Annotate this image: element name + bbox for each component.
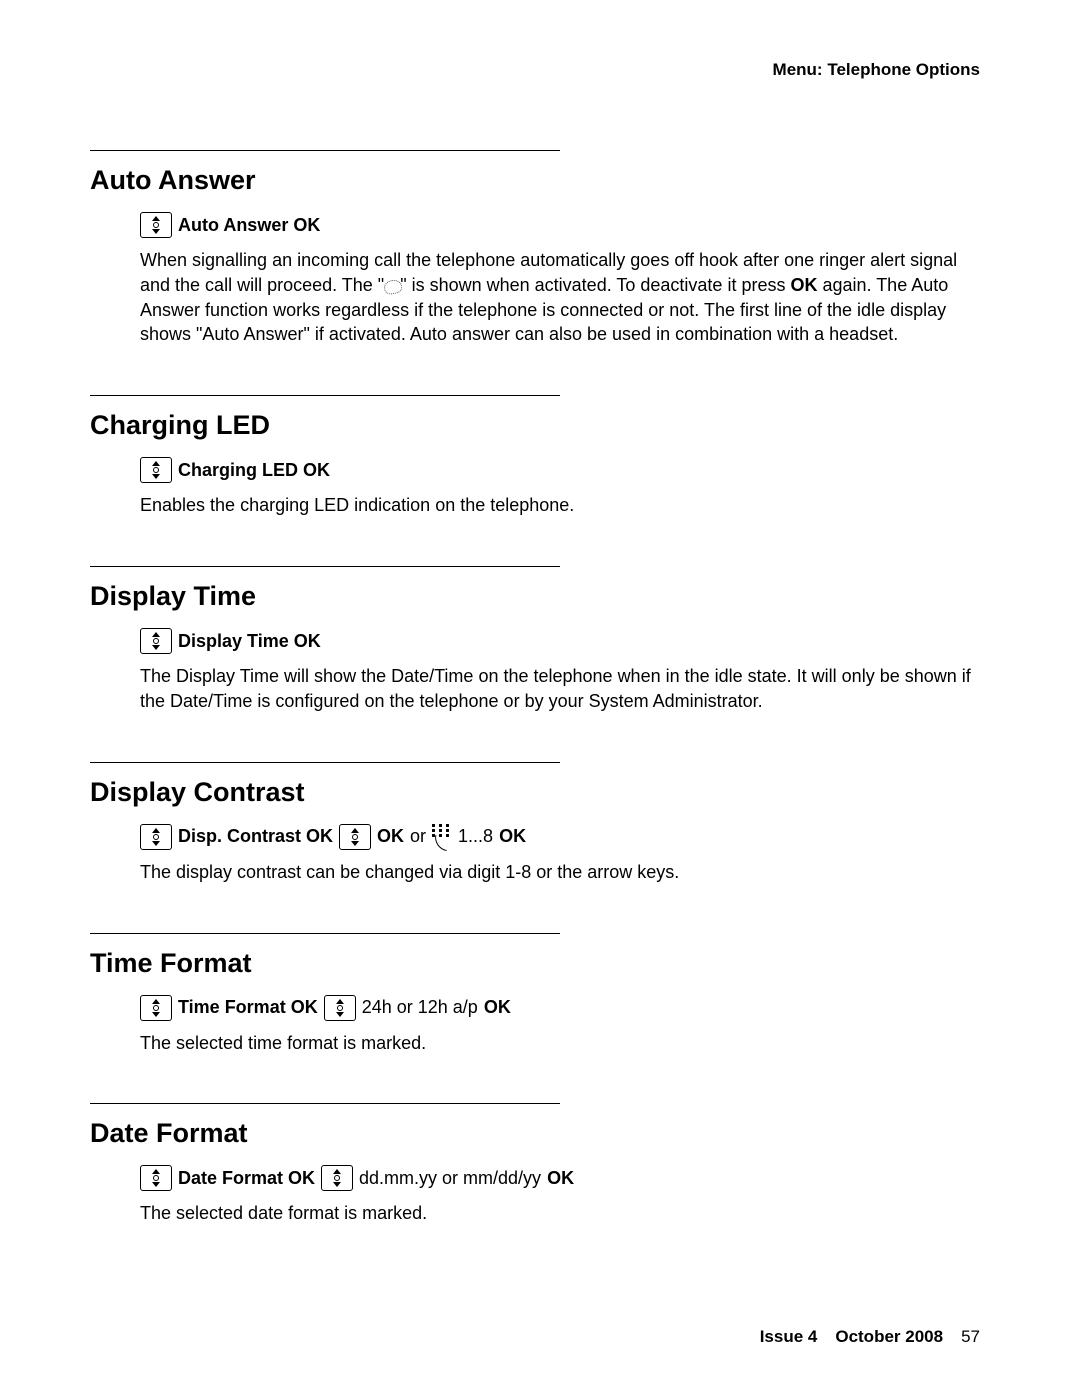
nav-text: Date Format OK	[178, 1168, 315, 1189]
nav-sequence: Charging LED OK	[140, 457, 990, 483]
nav-key-icon	[140, 995, 172, 1021]
section-charging-led: Charging LED Charging LED OK Enables the…	[90, 395, 990, 518]
section-body: The selected time format is marked.	[140, 1031, 990, 1056]
footer-page: 57	[961, 1327, 980, 1347]
auto-answer-indicator-icon	[384, 280, 400, 292]
nav-text: Auto Answer OK	[178, 215, 320, 236]
footer-issue: Issue 4	[760, 1327, 818, 1347]
nav-key-icon	[321, 1165, 353, 1191]
nav-text: OK	[484, 997, 511, 1018]
body-part: " is shown when activated. To deactivate…	[400, 275, 790, 295]
nav-sequence: Display Time OK	[140, 628, 990, 654]
section-title: Date Format	[90, 1118, 990, 1149]
section-body: The display contrast can be changed via …	[140, 860, 990, 885]
section-body: The selected date format is marked.	[140, 1201, 990, 1226]
page-footer: Issue 4 October 2008 57	[760, 1327, 980, 1347]
section-display-contrast: Display Contrast Disp. Contrast OK OK or…	[90, 762, 990, 885]
nav-text: OK	[547, 1168, 574, 1189]
section-time-format: Time Format Time Format OK 24h or 12h a/…	[90, 933, 990, 1056]
nav-key-icon	[140, 1165, 172, 1191]
breadcrumb: Menu: Telephone Options	[773, 60, 980, 79]
nav-key-icon	[140, 628, 172, 654]
nav-sequence: Disp. Contrast OK OK or 1...8 OK	[140, 824, 990, 850]
nav-text: Charging LED OK	[178, 460, 330, 481]
nav-text: Disp. Contrast OK	[178, 826, 333, 847]
or-text: or	[410, 826, 426, 847]
section-display-time: Display Time Display Time OK The Display…	[90, 566, 990, 714]
page-header: Menu: Telephone Options	[90, 60, 990, 80]
nav-sequence: Time Format OK 24h or 12h a/p OK	[140, 995, 990, 1021]
nav-text: Time Format OK	[178, 997, 318, 1018]
section-rule	[90, 933, 560, 934]
section-rule	[90, 395, 560, 396]
section-body: Enables the charging LED indication on t…	[140, 493, 990, 518]
nav-key-icon	[324, 995, 356, 1021]
section-title: Display Contrast	[90, 777, 990, 808]
nav-text: OK	[499, 826, 526, 847]
range-text: 1...8	[458, 826, 493, 847]
keypad-icon	[432, 824, 452, 850]
nav-key-icon	[339, 824, 371, 850]
nav-key-icon	[140, 212, 172, 238]
nav-sequence: Auto Answer OK	[140, 212, 990, 238]
section-title: Display Time	[90, 581, 990, 612]
section-title: Charging LED	[90, 410, 990, 441]
nav-sequence: Date Format OK dd.mm.yy or mm/dd/yy OK	[140, 1165, 990, 1191]
option-text: dd.mm.yy or mm/dd/yy	[359, 1168, 541, 1189]
section-rule	[90, 150, 560, 151]
section-auto-answer: Auto Answer Auto Answer OK When signalli…	[90, 150, 990, 347]
section-rule	[90, 762, 560, 763]
nav-text: OK	[377, 826, 404, 847]
nav-text: Display Time OK	[178, 631, 321, 652]
nav-key-icon	[140, 457, 172, 483]
ok-word-bold: OK	[790, 275, 817, 295]
option-text: 24h or 12h a/p	[362, 997, 478, 1018]
section-title: Time Format	[90, 948, 990, 979]
section-body: The Display Time will show the Date/Time…	[140, 664, 990, 714]
section-date-format: Date Format Date Format OK dd.mm.yy or m…	[90, 1103, 990, 1226]
section-rule	[90, 1103, 560, 1104]
nav-key-icon	[140, 824, 172, 850]
footer-date: October 2008	[835, 1327, 943, 1347]
section-title: Auto Answer	[90, 165, 990, 196]
section-rule	[90, 566, 560, 567]
section-body: When signalling an incoming call the tel…	[140, 248, 990, 347]
